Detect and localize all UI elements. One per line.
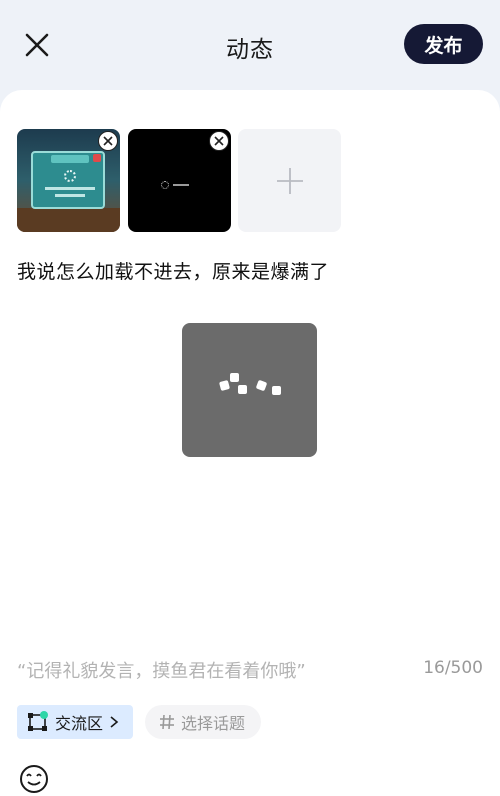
topic-selector[interactable]: 选择话题 [145,705,261,739]
post-input-placeholder[interactable]: “记得礼貌发言，摸鱼君在看着你哦” [17,657,306,683]
remove-image-icon [103,136,113,146]
emoji-button[interactable] [18,763,50,795]
thumbnail-spinner [161,181,169,189]
image-thumbnail[interactable] [17,129,120,232]
dialog-spinner [64,170,76,182]
hash-icon [160,714,174,730]
community-icon [28,711,48,731]
dialog-title-bar [51,155,89,163]
add-image-button[interactable] [238,129,341,232]
thumbnail-floor [17,208,120,232]
post-content-text[interactable]: 我说怎么加载不进去，原来是爆满了 [17,257,329,284]
topic-label: 选择话题 [181,714,246,733]
dialog-text-line [55,194,85,197]
remove-image-button[interactable] [98,131,118,151]
emoji-icon [20,765,48,793]
top-bar: 动态 发布 [0,0,500,90]
image-thumbnail[interactable] [128,129,231,232]
thumbnail-loading-text [173,184,189,186]
chevron-right-icon [110,716,119,728]
compose-panel: 我说怎么加载不进去，原来是爆满了 “记得礼貌发言，摸鱼君在看着你哦” 16/50… [0,90,500,796]
community-selector[interactable]: 交流区 [17,705,133,739]
dialog-close-mark [93,154,101,162]
loading-overlay [182,323,317,457]
publish-button[interactable]: 发布 [404,24,483,64]
plus-icon [276,167,303,194]
remove-image-button[interactable] [209,131,229,151]
dialog-text-line [45,187,95,190]
character-counter: 16/500 [423,658,483,678]
community-label: 交流区 [55,714,104,733]
thumbnail-game-dialog [31,151,105,209]
remove-image-icon [214,136,224,146]
